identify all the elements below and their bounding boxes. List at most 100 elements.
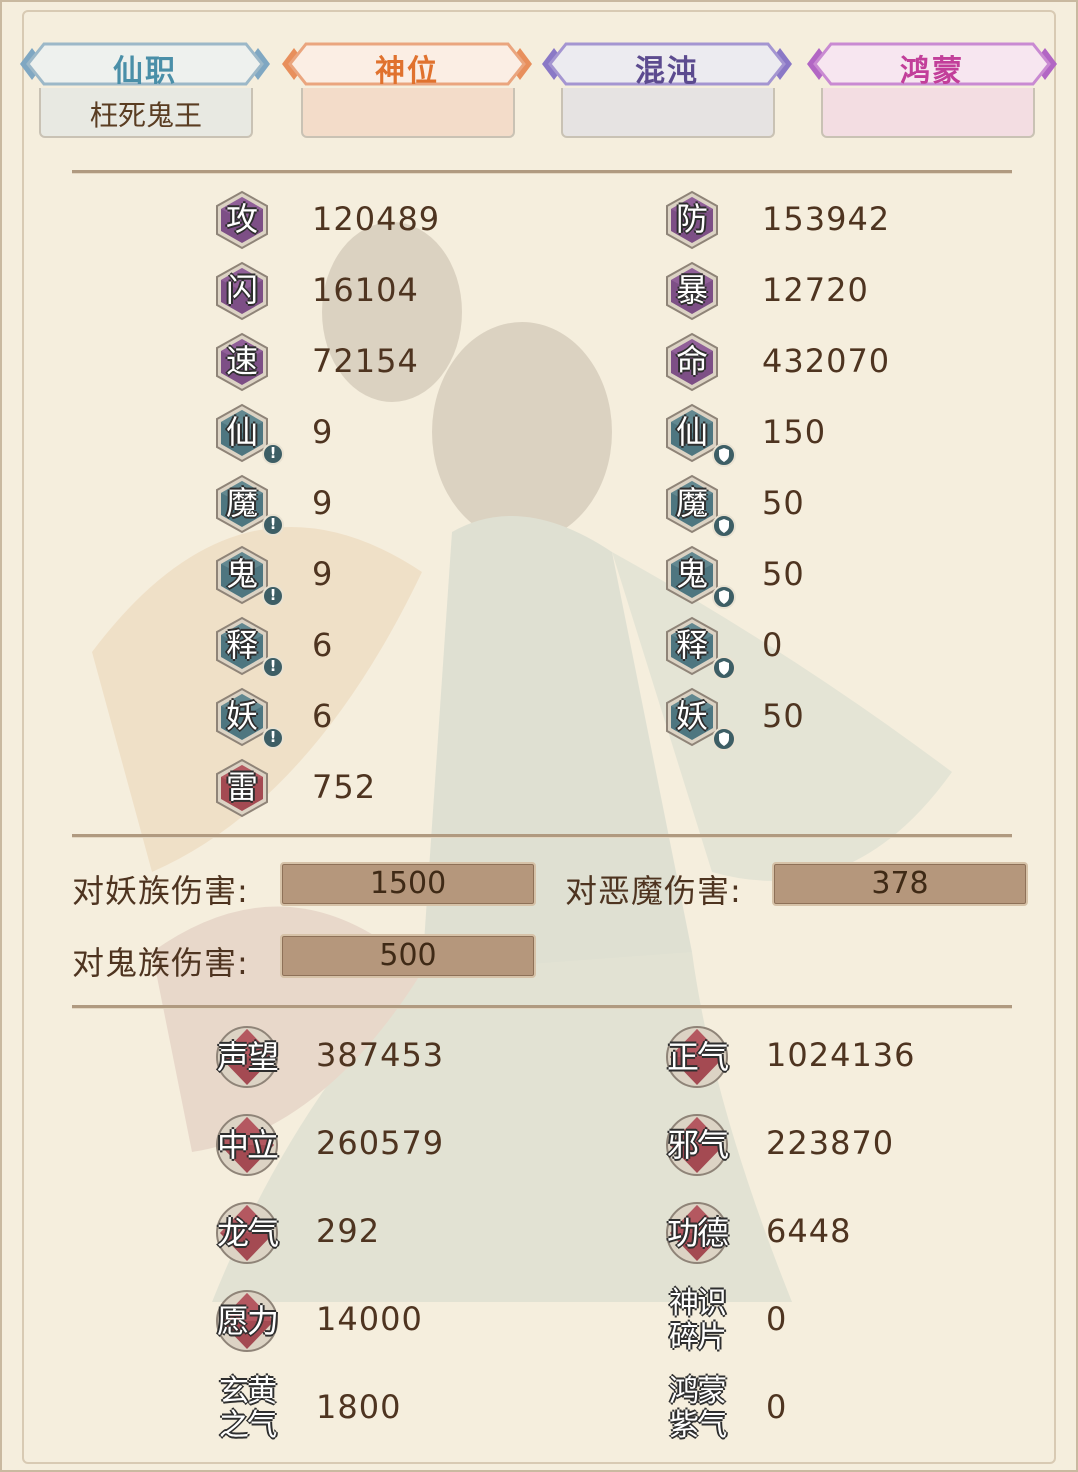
stat-xian-atk: 仙 9! [212, 403, 532, 465]
resource-value: 6448 [766, 1212, 852, 1250]
tab-shenwei[interactable]: 神位 [282, 40, 532, 89]
resource-shenshi: 神识 碎片 0 [662, 1286, 1022, 1356]
damage-vs-yao-label: 对妖族伤害: [72, 872, 249, 910]
stat-defense: 防 153942 [662, 190, 982, 250]
attributes-panel: 仙职 枉死鬼王 神位 混沌 鸿蒙 攻 120489 防 153942 闪 161… [0, 0, 1078, 1472]
stat-hp: 命 432070 [662, 332, 982, 392]
resource-icon-text: 愿力 [216, 1302, 279, 1340]
shield-icon [712, 443, 736, 467]
stat-value: 9 [312, 555, 334, 593]
resource-gongde: 功德 6448 [662, 1198, 1022, 1268]
alert-icon: ! [262, 585, 284, 607]
stat-shi-atk: 释 6! [212, 616, 532, 678]
stat-icon-text: 雷 [225, 768, 258, 806]
shield-icon [712, 727, 736, 751]
resource-icon-text: 鸿蒙 紫气 [669, 1374, 727, 1443]
resource-shengwang: 声望 387453 [212, 1022, 572, 1092]
stat-value: 6 [312, 697, 334, 735]
tab-hundun[interactable]: 混沌 [542, 40, 792, 89]
stat-icon-text: 暴 [675, 271, 708, 309]
resource-zhongli: 中立 260579 [212, 1110, 572, 1180]
resource-longqi: 龙气 292 [212, 1198, 572, 1268]
rank-title: 枉死鬼王 [89, 99, 202, 132]
damage-vs-gui-value: 500 [280, 934, 536, 978]
tab-shenwei-label: 神位 [375, 54, 439, 89]
stat-value: 9 [312, 413, 334, 451]
stat-mo-atk: 魔 9! [212, 474, 532, 536]
resource-xuanhuang: 玄黄 之气 1800 [212, 1374, 572, 1444]
resource-value: 14000 [316, 1300, 423, 1338]
tab-xianzhi[interactable]: 仙职 [20, 40, 270, 89]
divider-bottom [72, 1005, 1012, 1009]
tab-xianzhi-label: 仙职 [113, 54, 177, 89]
resource-icon-text: 功德 [666, 1214, 729, 1252]
alert-icon: ! [262, 443, 284, 465]
stat-value: 752 [312, 768, 377, 806]
stat-value: 120489 [312, 200, 441, 238]
tab-shenwei-sub [301, 88, 515, 138]
stat-value: 16104 [312, 271, 419, 309]
resource-icon-text: 中立 [216, 1126, 279, 1164]
shield-icon [712, 514, 736, 538]
stat-value: 153942 [762, 200, 891, 238]
stat-value: 9 [312, 484, 334, 522]
stat-gui-atk: 鬼 9! [212, 545, 532, 607]
resource-value: 0 [766, 1388, 788, 1426]
stat-value: 72154 [312, 342, 419, 380]
stat-xian-def: 仙 150 [662, 403, 982, 467]
stat-icon-text: 攻 [225, 200, 258, 238]
resource-icon-text: 声望 [216, 1038, 279, 1076]
resource-icon-text: 正气 [666, 1038, 729, 1076]
stat-attack: 攻 120489 [212, 190, 532, 250]
stat-value: 0 [762, 626, 784, 664]
resource-value: 260579 [316, 1124, 445, 1162]
alert-icon: ! [262, 656, 284, 678]
resource-value: 1800 [316, 1388, 402, 1426]
tab-hundun-sub [561, 88, 775, 138]
resource-value: 1024136 [766, 1036, 916, 1074]
stat-gui-def: 鬼 50 [662, 545, 982, 609]
stat-speed: 速 72154 [212, 332, 532, 392]
damage-vs-demon-label: 对恶魔伤害: [565, 872, 742, 910]
stat-value: 50 [762, 697, 805, 735]
stat-icon-text: 速 [225, 342, 258, 380]
shield-icon [712, 585, 736, 609]
shield-icon [712, 656, 736, 680]
divider-middle [72, 834, 1012, 838]
damage-vs-gui-label: 对鬼族伤害: [72, 944, 249, 982]
damage-vs-yao-value: 1500 [280, 862, 536, 906]
resource-icon-text: 神识 碎片 [669, 1286, 727, 1355]
stat-lei: 雷 752 [212, 758, 532, 818]
resource-hongmeng: 鸿蒙 紫气 0 [662, 1374, 1022, 1444]
resource-value: 292 [316, 1212, 381, 1250]
damage-vs-demon-value: 378 [772, 862, 1028, 906]
resource-zhengqi: 正气 1024136 [662, 1022, 1022, 1092]
resource-icon-text: 玄黄 之气 [219, 1374, 277, 1443]
resource-value: 0 [766, 1300, 788, 1338]
stat-dodge: 闪 16104 [212, 261, 532, 321]
tab-hongmeng-label: 鸿蒙 [900, 54, 964, 89]
resource-value: 223870 [766, 1124, 895, 1162]
stat-yao-atk: 妖 6! [212, 687, 532, 749]
tab-hongmeng-sub [821, 88, 1035, 138]
resource-value: 387453 [316, 1036, 445, 1074]
resource-yuanli: 愿力 14000 [212, 1286, 572, 1356]
stat-icon-text: 防 [675, 200, 708, 238]
tab-hundun-label: 混沌 [635, 54, 699, 89]
stat-shi-def: 释 0 [662, 616, 982, 680]
resource-xieqi: 邪气 223870 [662, 1110, 1022, 1180]
stat-mo-def: 魔 50 [662, 474, 982, 538]
tab-hongmeng[interactable]: 鸿蒙 [807, 40, 1057, 89]
divider-top [72, 170, 1012, 174]
stat-value: 50 [762, 484, 805, 522]
stat-value: 50 [762, 555, 805, 593]
stat-value: 432070 [762, 342, 891, 380]
stat-yao-def: 妖 50 [662, 687, 982, 751]
resource-icon-text: 龙气 [216, 1214, 279, 1252]
stat-crit: 暴 12720 [662, 261, 982, 321]
stat-icon-text: 闪 [225, 271, 258, 309]
resource-icon-text: 邪气 [666, 1126, 729, 1164]
stat-value: 12720 [762, 271, 869, 309]
alert-icon: ! [262, 514, 284, 536]
tab-xianzhi-sub: 枉死鬼王 [39, 88, 253, 138]
